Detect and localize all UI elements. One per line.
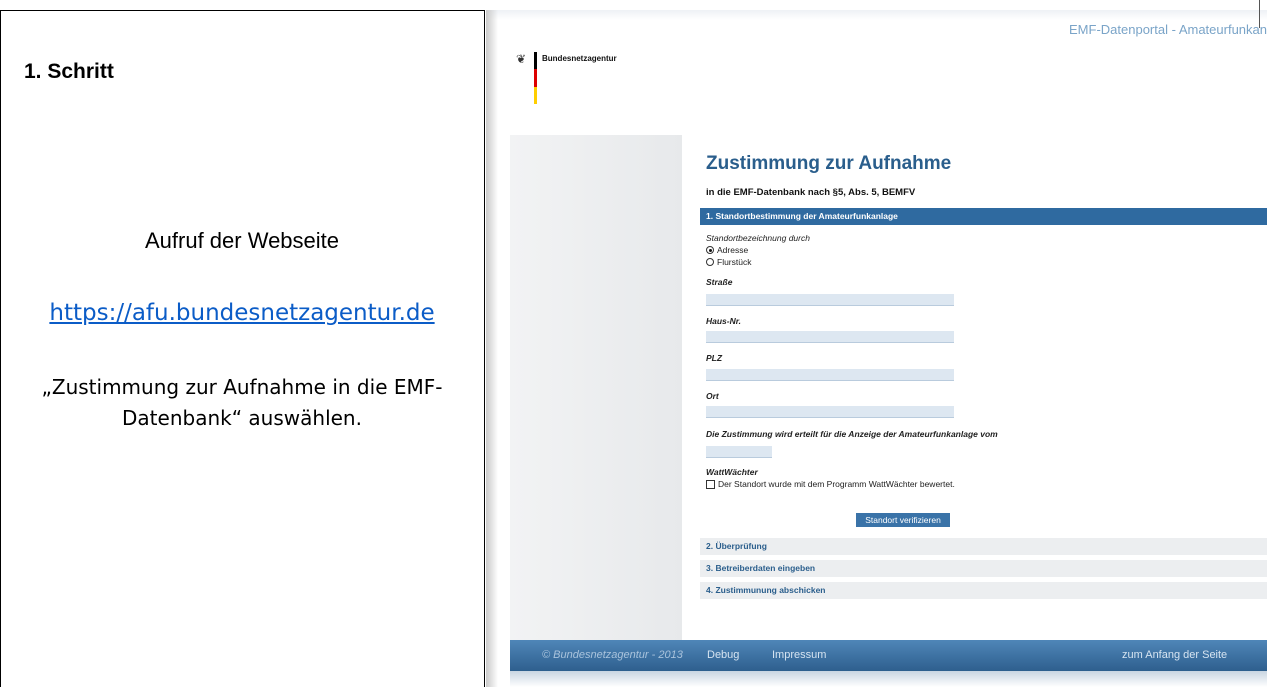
top-band (486, 10, 1267, 20)
portal-screenshot: EMF-Datenportal - Amateurfunkan ❦ Bundes… (486, 10, 1267, 687)
wattwaechter-checkbox-label: Der Standort wurde mit dem Programm Watt… (718, 479, 955, 489)
consent-form: Zustimmung zur Aufnahme in die EMF-Daten… (682, 135, 1267, 640)
screenshot-right-border (1259, 0, 1260, 28)
footer-top-link[interactable]: zum Anfang der Seite (1122, 649, 1227, 661)
bundesnetzagentur-logo: ❦ Bundesnetzagentur (516, 52, 617, 104)
strasse-label: Straße (706, 277, 733, 287)
strasse-input[interactable] (706, 294, 954, 306)
instruction-call-website: Aufruf der Webseite (144, 228, 340, 253)
section-submit[interactable]: 4. Zustimmunung abschicken (700, 582, 1267, 599)
radio-adresse-label: Adresse (717, 245, 749, 255)
plz-input[interactable] (706, 369, 954, 381)
verify-location-button[interactable]: Standort verifizieren (856, 513, 950, 527)
section-operator-data[interactable]: 3. Betreiberdaten eingeben (700, 560, 1267, 577)
portal-title: EMF-Datenportal - Amateurfunkan (1069, 22, 1267, 37)
ort-label: Ort (706, 391, 719, 401)
consent-date-input[interactable] (706, 446, 772, 458)
wattwaechter-label: WattWächter (706, 467, 758, 477)
step-title: 1. Schritt (24, 60, 114, 83)
section-review[interactable]: 2. Überprüfung (700, 538, 1267, 555)
footer-impressum-link[interactable]: Impressum (772, 649, 826, 661)
wattwaechter-checkbox[interactable] (706, 479, 715, 489)
ort-input[interactable] (706, 406, 954, 418)
consent-date-label: Die Zustimmung wird erteilt für die Anze… (706, 429, 998, 439)
radio-adresse[interactable]: Adresse (706, 245, 748, 255)
radio-flurstueck-label: Flurstück (717, 257, 752, 267)
form-subheading: in die EMF-Datenbank nach §5, Abs. 5, BE… (706, 187, 916, 198)
location-type-label: Standortbezeichnung durch (706, 233, 810, 243)
instruction-select-consent: „Zustimmung zur Aufnahme in die EMF-Date… (41, 375, 443, 430)
section-location[interactable]: 1. Standortbestimmung der Amateurfunkanl… (700, 208, 1267, 225)
instruction-panel (0, 10, 484, 687)
footer-debug-link[interactable]: Debug (707, 649, 739, 661)
form-heading: Zustimmung zur Aufnahme (706, 153, 952, 174)
haus-nr-label: Haus-Nr. (706, 316, 741, 326)
footer-fade (510, 671, 1267, 687)
german-flag-icon (534, 52, 537, 104)
haus-nr-input[interactable] (706, 331, 954, 343)
portal-sidebar (510, 135, 682, 640)
radio-flurstueck[interactable]: Flurstück (706, 257, 751, 267)
panel-divider (484, 10, 485, 687)
screenshot-shadow (486, 10, 498, 687)
radio-unselected-icon[interactable] (706, 258, 714, 266)
wattwaechter-checkbox-row[interactable]: Der Standort wurde mit dem Programm Watt… (706, 479, 955, 489)
website-link[interactable]: https://afu.bundesnetzagentur.de (0, 300, 484, 326)
logo-text: Bundesnetzagentur (542, 54, 617, 63)
radio-selected-icon[interactable] (706, 246, 714, 254)
plz-label: PLZ (706, 353, 723, 363)
eagle-icon: ❦ (516, 52, 527, 66)
footer-copyright: © Bundesnetzagentur - 2013 (542, 649, 683, 661)
portal-footer: © Bundesnetzagentur - 2013 Debug Impress… (510, 640, 1267, 671)
